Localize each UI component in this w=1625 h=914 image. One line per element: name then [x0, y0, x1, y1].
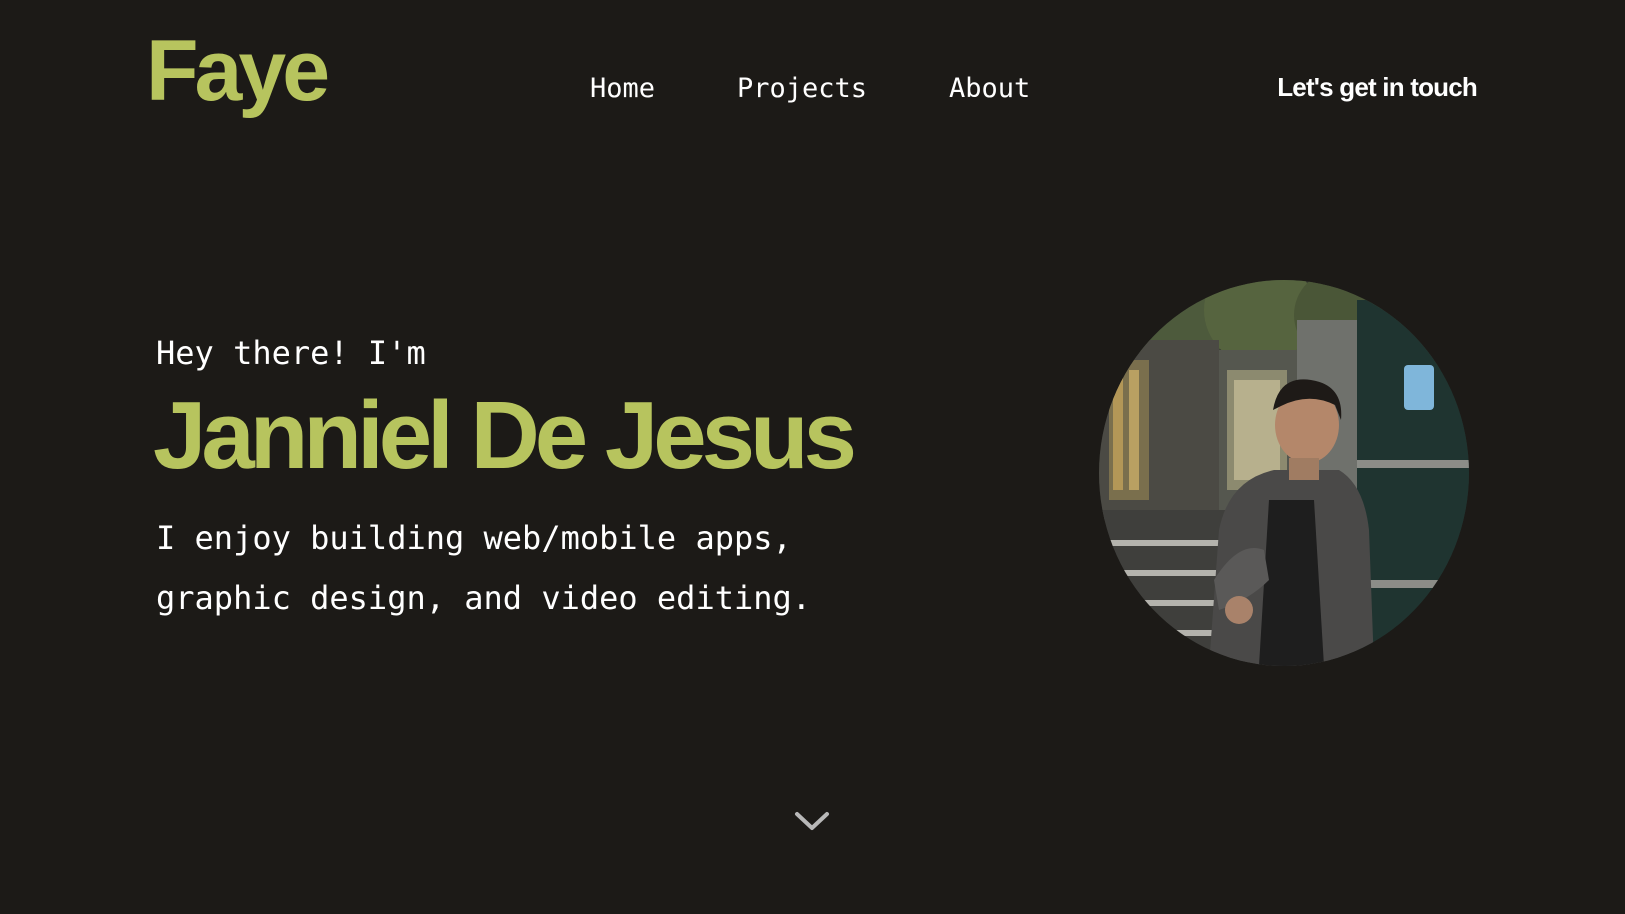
- hero-name: Janniel De Jesus: [153, 382, 857, 489]
- tagline-line-1: I enjoy building web/mobile apps,: [156, 519, 792, 557]
- nav-home-link[interactable]: Home: [590, 73, 655, 104]
- hero-tagline: I enjoy building web/mobile apps, graphi…: [156, 508, 876, 628]
- nav-projects-link[interactable]: Projects: [737, 73, 867, 104]
- nav-about-link[interactable]: About: [949, 73, 1030, 104]
- tagline-line-2: graphic design, and video editing.: [156, 579, 812, 617]
- contact-cta-link[interactable]: Let's get in touch: [1277, 72, 1478, 103]
- hero-greeting: Hey there! I'm: [156, 334, 426, 372]
- profile-photo: [1099, 280, 1469, 666]
- chevron-down-icon[interactable]: [793, 809, 831, 833]
- logo[interactable]: Faye: [146, 28, 330, 114]
